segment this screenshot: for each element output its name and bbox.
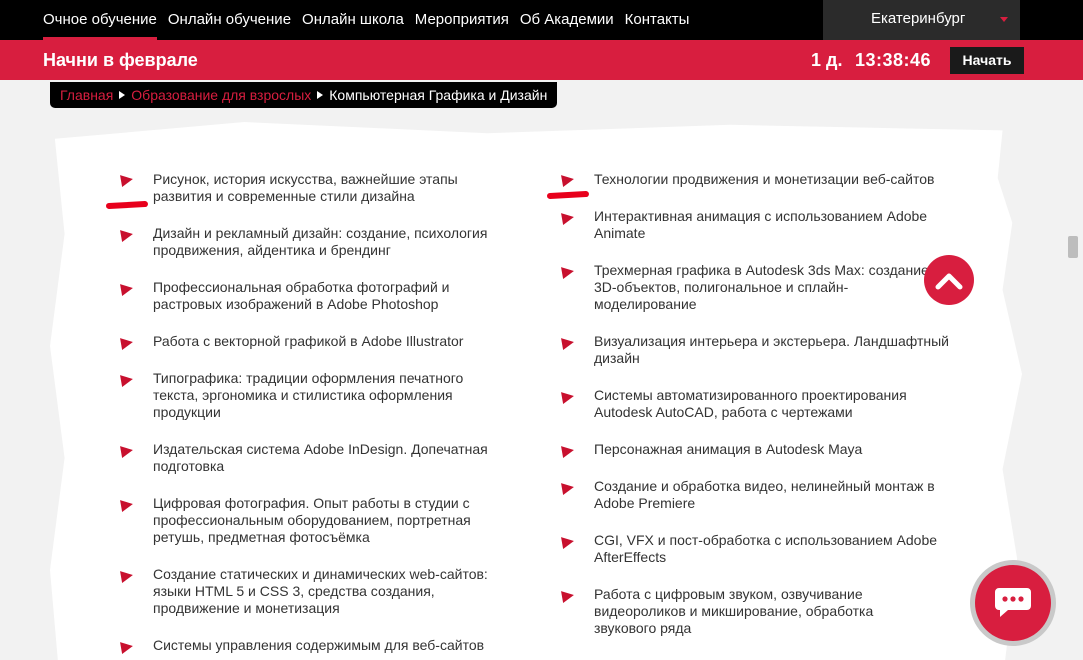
nav-item-contacts[interactable]: Контакты [625,0,690,40]
list-item: Интерактивная анимация с использованием … [594,208,928,241]
arrow-bullet-icon [120,373,134,387]
promo-title: Начни в феврале [43,50,198,70]
breadcrumb-separator-icon [119,91,126,99]
arrow-bullet-icon [561,390,575,404]
list-item: Работа с векторной графикой в Adobe Illu… [153,333,464,349]
list-item: Персонажная анимация в Autodesk Maya [594,441,863,457]
scrollbar-thumb[interactable] [1068,236,1078,258]
breadcrumb: Главная Образование для взрослых Компьют… [50,82,558,108]
list-item: Профессиональная обработка фотографий и … [153,279,450,312]
scroll-to-top-button[interactable] [924,255,974,305]
nav-item-events[interactable]: Мероприятия [415,0,509,40]
arrow-bullet-icon [120,444,134,458]
list-item: CGI, VFX и пост-обработка с использовани… [594,532,938,565]
arrow-bullet-icon [561,589,575,603]
chat-button-inner [975,565,1051,641]
arrow-bullet-icon [561,211,575,225]
chevron-up-icon [935,273,963,290]
arrow-bullet-icon [561,336,575,350]
arrow-bullet-icon [120,569,134,583]
countdown-timer: 13:38:46 [855,50,932,70]
breadcrumb-separator-icon [317,91,324,99]
arrow-bullet-icon [561,265,575,279]
countdown-days: 1 д. [811,50,843,70]
promo-bar: Начни в феврале 1 д. 13:38:46 Начать [0,40,1083,80]
list-item: Дизайн и рекламный дизайн: создание, пси… [153,225,488,258]
list-item: Рисунок, история искусства, важнейшие эт… [153,171,458,204]
breadcrumb-section[interactable]: Образование для взрослых [131,87,311,103]
arrow-bullet-icon [561,444,575,458]
nav-item-online-school[interactable]: Онлайн школа [302,0,404,40]
arrow-bullet-icon [120,228,134,242]
arrow-bullet-icon [120,336,134,350]
nav-item-about[interactable]: Об Академии [520,0,614,40]
breadcrumb-home[interactable]: Главная [60,87,113,103]
arrow-bullet-icon [561,535,575,549]
arrow-bullet-icon [120,282,134,296]
arrow-bullet-icon [561,481,575,495]
list-item: Создание и обработка видео, нелинейный м… [594,478,935,511]
list-item: Типографика: традиции оформления печатно… [153,370,464,420]
list-item: Технологии продвижения и монетизации веб… [594,171,935,187]
breadcrumb-current: Компьютерная Графика и Дизайн [329,87,548,103]
arrow-bullet-icon [120,498,134,512]
list-item: Трехмерная графика в Autodesk 3ds Max: с… [594,262,929,312]
chevron-down-icon [1000,17,1008,22]
top-navigation: Очное обучение Онлайн обучение Онлайн шк… [0,0,1083,40]
list-item: Цифровая фотография. Опыт работы в студи… [153,495,471,545]
chat-button[interactable] [970,560,1056,646]
nav-item-full-time[interactable]: Очное обучение [43,0,157,40]
list-item: Системы автоматизированного проектирован… [594,387,907,420]
nav-item-online[interactable]: Онлайн обучение [168,0,291,40]
arrow-bullet-icon [561,173,575,187]
list-item: Создание статических и динамических web-… [153,566,488,616]
chat-icon [995,588,1031,617]
list-item: Системы управления содержимым для веб-са… [153,637,485,653]
nav-items: Очное обучение Онлайн обучение Онлайн шк… [43,0,700,40]
city-selector[interactable]: Екатеринбург [823,0,1020,40]
arrow-bullet-icon [120,640,134,654]
list-item: Визуализация интерьера и экстерьера. Лан… [594,333,949,366]
start-button[interactable]: Начать [950,47,1024,74]
list-item: Работа с цифровым звуком, озвучивание ви… [594,586,874,636]
list-item: Издательская система Adobe InDesign. Доп… [153,441,488,474]
city-label: Екатеринбург [871,10,966,27]
arrow-bullet-icon [120,173,134,187]
